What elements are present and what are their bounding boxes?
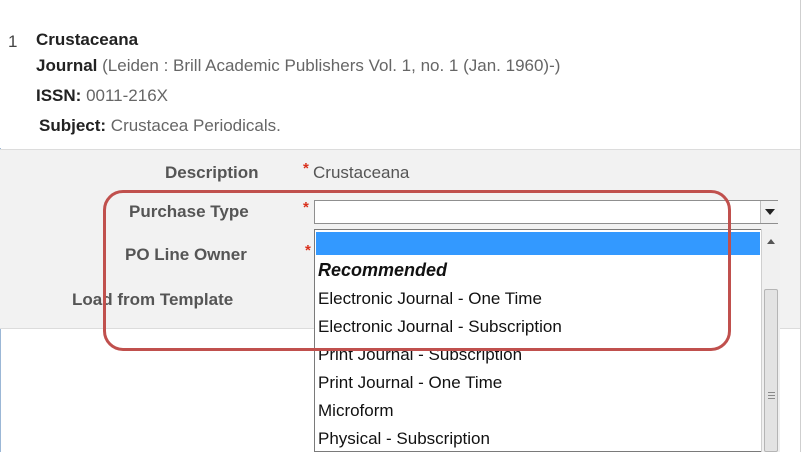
purchase-type-label: Purchase Type bbox=[129, 202, 249, 221]
chevron-down-icon bbox=[765, 209, 775, 215]
dropdown-option[interactable]: Print Journal - Subscription bbox=[318, 343, 522, 367]
issn-label: ISSN: bbox=[36, 86, 82, 105]
result-title[interactable]: Crustaceana bbox=[36, 30, 138, 50]
result-publisher: (Leiden : Brill Academic Publishers Vol.… bbox=[97, 56, 561, 75]
scroll-grip-line bbox=[768, 392, 775, 393]
subject-label: Subject: bbox=[39, 116, 107, 135]
description-value: Crustaceana bbox=[313, 163, 410, 182]
right-border bbox=[800, 0, 801, 452]
result-type-label: Journal bbox=[36, 56, 98, 75]
result-subject-line: Subject: Crustacea Periodicals. bbox=[39, 116, 281, 136]
po-line-owner-required-mark: * bbox=[305, 242, 311, 259]
arrow-up-icon[interactable] bbox=[767, 239, 775, 244]
po-line-owner-label: PO Line Owner bbox=[125, 245, 247, 264]
subject-value: Crustacea Periodicals. bbox=[106, 116, 281, 135]
purchase-type-select[interactable] bbox=[314, 200, 778, 224]
scroll-grip-line bbox=[768, 395, 775, 396]
description-label: Description bbox=[165, 163, 259, 182]
purchase-type-required-mark: * bbox=[303, 199, 309, 216]
dropdown-option[interactable]: Microform bbox=[318, 399, 394, 423]
dropdown-option[interactable]: Physical - Subscription bbox=[318, 427, 490, 451]
dropdown-option[interactable]: Electronic Journal - Subscription bbox=[318, 315, 562, 339]
issn-value: 0011-216X bbox=[81, 86, 168, 105]
result-issn-line: ISSN: 0011-216X bbox=[36, 86, 168, 106]
search-result-record: 1 Crustaceana Journal (Leiden : Brill Ac… bbox=[0, 0, 800, 148]
purchase-type-dropdown-list[interactable]: Recommended Electronic Journal - One Tim… bbox=[314, 229, 780, 452]
result-type-line: Journal (Leiden : Brill Academic Publish… bbox=[36, 56, 560, 76]
result-index: 1 bbox=[8, 32, 18, 51]
dropdown-option[interactable]: Print Journal - One Time bbox=[318, 371, 502, 395]
dropdown-option[interactable]: Electronic Journal - One Time bbox=[318, 287, 542, 311]
scrollbar-thumb[interactable] bbox=[764, 289, 778, 452]
purchase-type-dropdown-button[interactable] bbox=[760, 201, 778, 223]
description-required-mark: * bbox=[303, 160, 309, 177]
load-from-template-label: Load from Template bbox=[72, 290, 234, 309]
dropdown-option-blank-selected[interactable] bbox=[316, 232, 760, 255]
scroll-grip-line bbox=[768, 398, 775, 399]
dropdown-group-recommended: Recommended bbox=[318, 260, 448, 280]
dropdown-scrollbar[interactable] bbox=[761, 229, 780, 452]
